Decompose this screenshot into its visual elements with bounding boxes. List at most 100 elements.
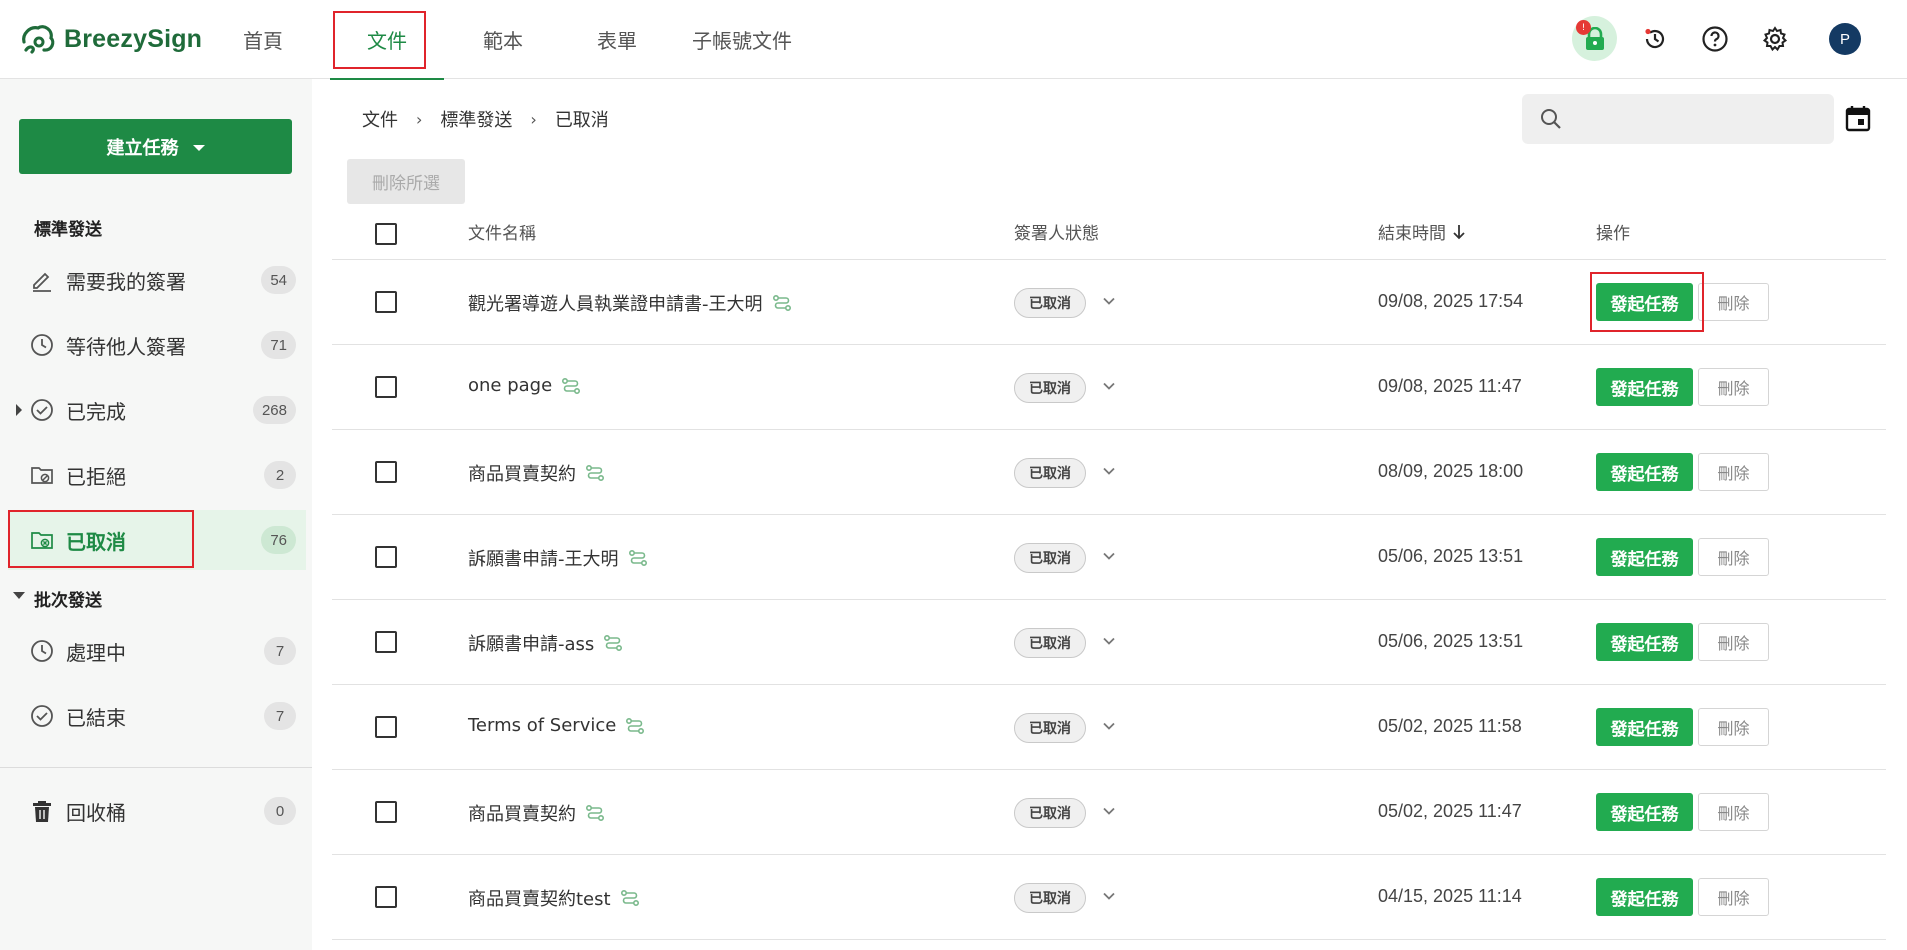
sidebar-item-ended[interactable]: 已結束 7 bbox=[8, 686, 306, 746]
chevron-down-icon[interactable] bbox=[1101, 633, 1117, 649]
start-task-button[interactable]: 發起任務 bbox=[1596, 878, 1693, 916]
gear-icon bbox=[1762, 26, 1788, 52]
help-button[interactable] bbox=[1694, 18, 1736, 60]
chevron-down-icon[interactable] bbox=[1101, 803, 1117, 819]
sidebar-item-cancelled[interactable]: 已取消 76 bbox=[8, 510, 306, 570]
nav-home[interactable]: 首頁 bbox=[230, 0, 296, 79]
chevron-down-icon[interactable] bbox=[1101, 718, 1117, 734]
sidebar-item-rejected[interactable]: 已拒絕 2 bbox=[8, 445, 306, 505]
start-task-button[interactable]: 發起任務 bbox=[1596, 453, 1693, 491]
user-avatar-button[interactable]: P bbox=[1824, 18, 1866, 60]
folder-rejected-icon bbox=[31, 467, 53, 484]
chevron-down-icon[interactable] bbox=[1101, 378, 1117, 394]
breadcrumb-standard[interactable]: 標準發送 bbox=[440, 106, 512, 132]
chevron-down-icon[interactable] bbox=[1101, 548, 1117, 564]
calendar-button[interactable] bbox=[1845, 104, 1871, 136]
start-task-button[interactable]: 發起任務 bbox=[1596, 793, 1693, 831]
header-end-time[interactable]: 結束時間 bbox=[1378, 219, 1466, 244]
brand-logo[interactable]: BreezySign bbox=[18, 22, 202, 56]
delete-button[interactable]: 刪除 bbox=[1698, 708, 1769, 746]
start-task-button[interactable]: 發起任務 bbox=[1596, 283, 1693, 321]
nav-subaccount-documents[interactable]: 子帳號文件 bbox=[682, 0, 802, 79]
row-checkbox[interactable] bbox=[375, 546, 397, 568]
row-checkbox[interactable] bbox=[375, 461, 397, 483]
delete-selected-button[interactable]: 刪除所選 bbox=[347, 159, 465, 204]
end-time: 08/09, 2025 18:00 bbox=[1378, 461, 1524, 481]
expand-arrow-icon[interactable] bbox=[16, 404, 22, 416]
document-name-cell[interactable]: 商品買賣契約 bbox=[468, 460, 604, 486]
sidebar-item-completed[interactable]: 已完成 268 bbox=[8, 380, 306, 440]
document-name-cell[interactable]: 訴願書申請-王大明 bbox=[468, 545, 647, 571]
status-badge: 已取消 bbox=[1014, 713, 1086, 743]
sidebar-item-need-my-signature[interactable]: 需要我的簽署 54 bbox=[8, 250, 306, 310]
document-name-cell[interactable]: Terms of Service bbox=[468, 715, 645, 736]
sidebar-item-label: 已拒絕 bbox=[66, 464, 126, 489]
document-name: Terms of Service bbox=[468, 715, 617, 736]
collapse-arrow-icon[interactable] bbox=[13, 592, 25, 599]
sidebar-item-label: 處理中 bbox=[66, 640, 126, 665]
sidebar-item-waiting-others[interactable]: 等待他人簽署 71 bbox=[8, 315, 306, 375]
delete-button[interactable]: 刪除 bbox=[1698, 878, 1769, 916]
delete-button[interactable]: 刪除 bbox=[1698, 368, 1769, 406]
nav-templates[interactable]: 範本 bbox=[470, 0, 536, 79]
row-checkbox[interactable] bbox=[375, 886, 397, 908]
select-all-checkbox[interactable] bbox=[375, 223, 397, 245]
search-input[interactable] bbox=[1522, 94, 1834, 144]
status-badge: 已取消 bbox=[1014, 543, 1086, 573]
document-name-cell[interactable]: 商品買賣契約 bbox=[468, 800, 604, 826]
delete-button[interactable]: 刪除 bbox=[1698, 793, 1769, 831]
table-row: 商品買賣契約 已取消 08/09, 2025 18:00 發起任務 刪除 bbox=[332, 430, 1886, 515]
lock-button[interactable]: ! bbox=[1572, 16, 1617, 61]
start-task-button[interactable]: 發起任務 bbox=[1596, 623, 1693, 661]
sidebar-item-trash[interactable]: 回收桶 0 bbox=[8, 781, 306, 841]
create-task-button[interactable]: 建立任務 bbox=[19, 119, 292, 174]
count-badge: 7 bbox=[264, 702, 296, 730]
chevron-down-icon[interactable] bbox=[1101, 463, 1117, 479]
count-badge: 0 bbox=[264, 797, 296, 825]
document-name: 商品買賣契約test bbox=[468, 889, 611, 910]
flow-icon bbox=[626, 717, 645, 734]
section-standard-title: 標準發送 bbox=[34, 220, 102, 240]
document-name-cell[interactable]: one page bbox=[468, 375, 581, 396]
delete-button[interactable]: 刪除 bbox=[1698, 623, 1769, 661]
history-button[interactable] bbox=[1634, 18, 1676, 60]
section-batch-title: 批次發送 bbox=[34, 591, 102, 611]
delete-button[interactable]: 刪除 bbox=[1698, 283, 1769, 321]
start-task-button[interactable]: 發起任務 bbox=[1596, 538, 1693, 576]
nav-documents[interactable]: 文件 bbox=[330, 0, 444, 80]
sidebar-item-processing[interactable]: 處理中 7 bbox=[8, 621, 306, 681]
flow-icon bbox=[586, 465, 604, 481]
end-time: 05/02, 2025 11:47 bbox=[1378, 801, 1522, 821]
row-checkbox[interactable] bbox=[375, 291, 397, 313]
search-icon bbox=[1541, 109, 1561, 129]
status-badge: 已取消 bbox=[1014, 373, 1086, 403]
breadcrumb-cancelled: 已取消 bbox=[554, 110, 609, 131]
sidebar: 建立任務 標準發送 需要我的簽署 54 等待他人簽署 71 已完成 268 已拒… bbox=[0, 79, 312, 950]
end-time: 04/15, 2025 11:14 bbox=[1378, 886, 1522, 906]
sidebar-item-label: 已取消 bbox=[66, 529, 126, 554]
document-name-cell[interactable]: 觀光署導遊人員執業證申請書-王大明 bbox=[468, 290, 791, 316]
trash-icon bbox=[33, 801, 51, 822]
row-checkbox[interactable] bbox=[375, 801, 397, 823]
delete-button[interactable]: 刪除 bbox=[1698, 538, 1769, 576]
row-checkbox[interactable] bbox=[375, 716, 397, 738]
chevron-down-icon[interactable] bbox=[1101, 293, 1117, 309]
row-checkbox[interactable] bbox=[375, 376, 397, 398]
row-checkbox[interactable] bbox=[375, 631, 397, 653]
caret-down-icon bbox=[192, 144, 205, 151]
delete-button[interactable]: 刪除 bbox=[1698, 453, 1769, 491]
check-circle-icon bbox=[31, 705, 53, 727]
document-name: 訴願書申請-王大明 bbox=[468, 549, 619, 570]
document-name-cell[interactable]: 商品買賣契約test bbox=[468, 885, 639, 911]
nav-forms[interactable]: 表單 bbox=[584, 0, 650, 79]
breadcrumb-documents[interactable]: 文件 bbox=[362, 106, 398, 132]
end-time: 05/02, 2025 11:58 bbox=[1378, 716, 1522, 736]
document-name-cell[interactable]: 訴願書申請-ass bbox=[468, 630, 623, 656]
start-task-button[interactable]: 發起任務 bbox=[1596, 368, 1693, 406]
document-name: 商品買賣契約 bbox=[468, 464, 576, 485]
settings-button[interactable] bbox=[1754, 18, 1796, 60]
header-name[interactable]: 文件名稱 bbox=[468, 219, 536, 244]
chevron-down-icon[interactable] bbox=[1101, 888, 1117, 904]
start-task-button[interactable]: 發起任務 bbox=[1596, 708, 1693, 746]
chevron-right-icon: › bbox=[530, 109, 537, 129]
